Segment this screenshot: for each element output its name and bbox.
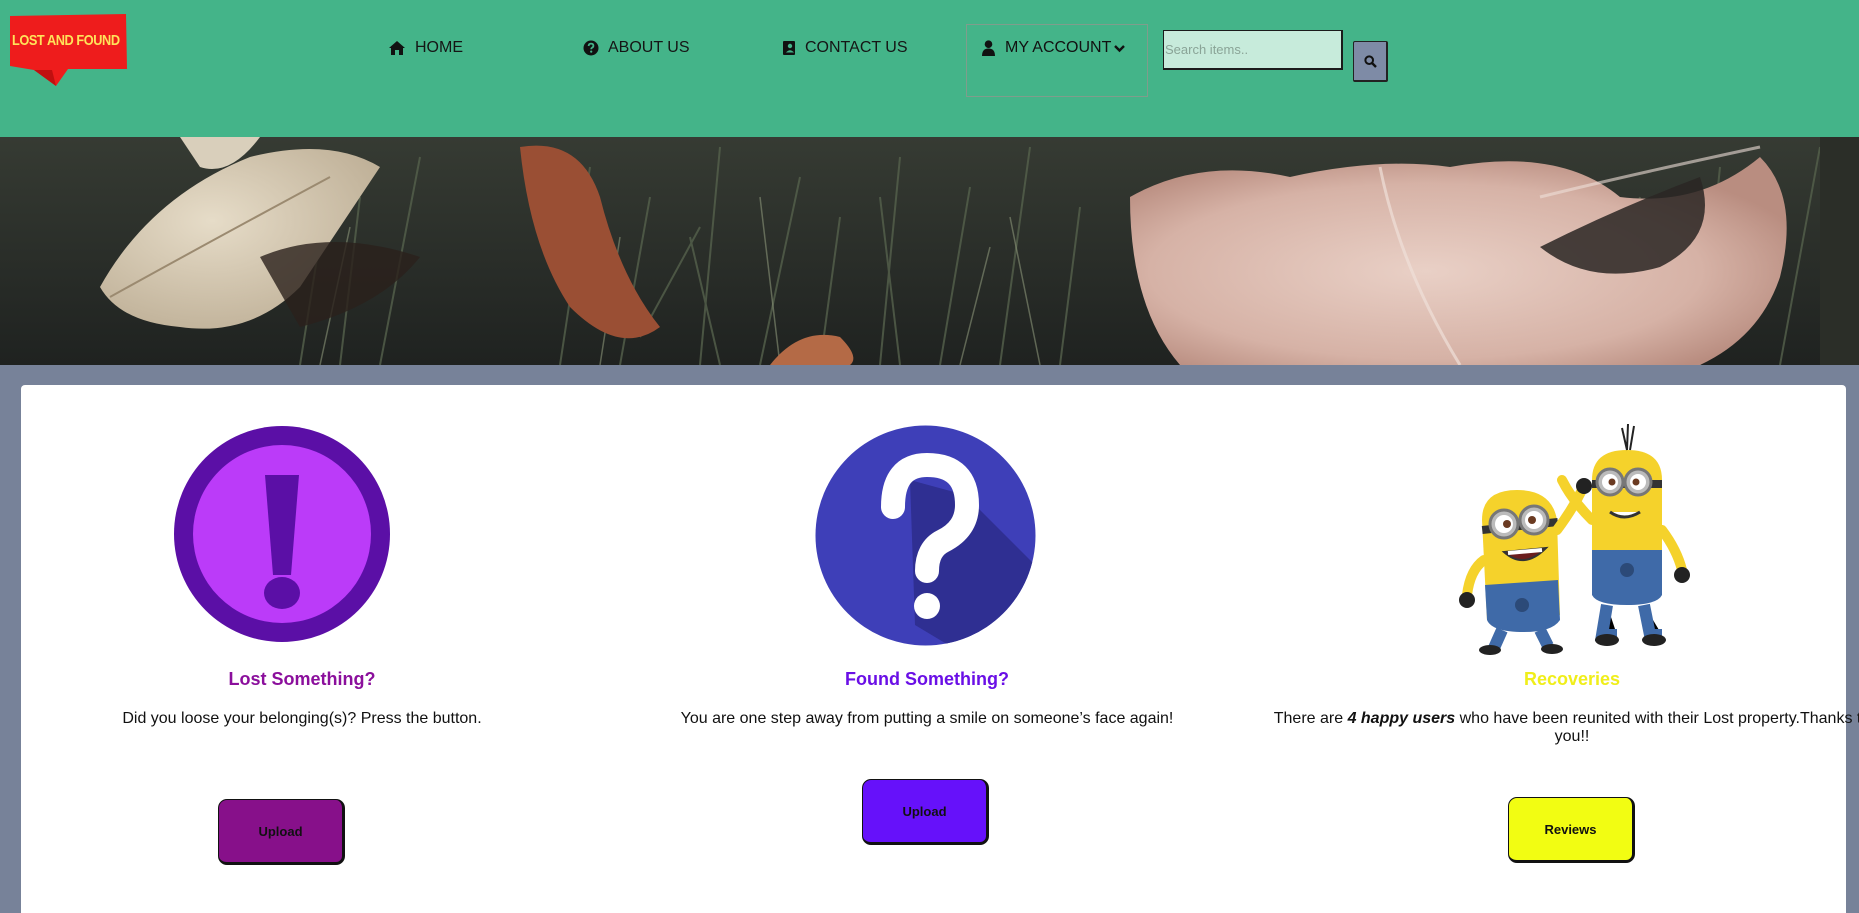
home-icon: [389, 41, 405, 55]
lost-title: Lost Something?: [228, 669, 376, 689]
logo-text: LOST AND FOUND: [12, 32, 120, 49]
search-icon: [1363, 54, 1377, 68]
my-account-label: MY ACCOUNT: [1005, 39, 1112, 56]
chevron-down-icon: [1114, 44, 1126, 52]
nav-home[interactable]: HOME: [388, 37, 463, 59]
recoveries-text-suffix: who have been reunited with their Lost p…: [1455, 710, 1859, 745]
nav-about-label: ABOUT US: [608, 39, 690, 56]
question-circle-icon: [815, 425, 1036, 646]
recoveries-text-prefix: There are: [1273, 710, 1348, 727]
reviews-button[interactable]: Reviews: [1508, 797, 1635, 863]
leaves-in-grass-photo: [0, 137, 1859, 365]
question-circle-icon: [583, 40, 599, 56]
recoveries-title: Recoveries: [1523, 669, 1621, 689]
my-account-dropdown[interactable]: MY ACCOUNT: [966, 24, 1148, 97]
contact-book-icon: [783, 41, 795, 55]
hero-banner-image: [0, 137, 1859, 365]
minions-illustration: [1459, 423, 1690, 655]
search-button[interactable]: [1353, 41, 1388, 82]
recoveries-description: There are 4 happy users who have been re…: [1272, 710, 1859, 746]
lost-upload-label: Upload: [258, 823, 303, 839]
search-input[interactable]: [1163, 30, 1343, 70]
user-icon: [982, 40, 995, 56]
nav-about[interactable]: ABOUT US: [583, 37, 690, 59]
lost-description: Did you loose your belonging(s)? Press t…: [122, 710, 482, 727]
exclamation-circle-icon: [174, 426, 390, 642]
found-description: You are one step away from putting a smi…: [680, 710, 1174, 727]
logo-banner-shape: [10, 14, 127, 86]
features-card: Lost Something? Did you loose your belon…: [21, 385, 1859, 913]
found-title: Found Something?: [845, 669, 1009, 689]
nav-contact-label: CONTACT US: [805, 39, 908, 56]
nav-contact[interactable]: CONTACT US: [782, 37, 908, 59]
happy-users-count: 4 happy users: [1347, 710, 1456, 727]
found-upload-label: Upload: [902, 803, 947, 819]
reviews-label: Reviews: [1544, 821, 1597, 837]
site-header: LOST AND FOUND HOME ABOUT US CONTACT US: [0, 0, 1859, 137]
found-upload-button[interactable]: Upload: [862, 779, 989, 845]
lost-upload-button[interactable]: Upload: [218, 799, 345, 865]
nav-home-label: HOME: [415, 39, 463, 56]
site-logo[interactable]: LOST AND FOUND: [8, 14, 128, 86]
